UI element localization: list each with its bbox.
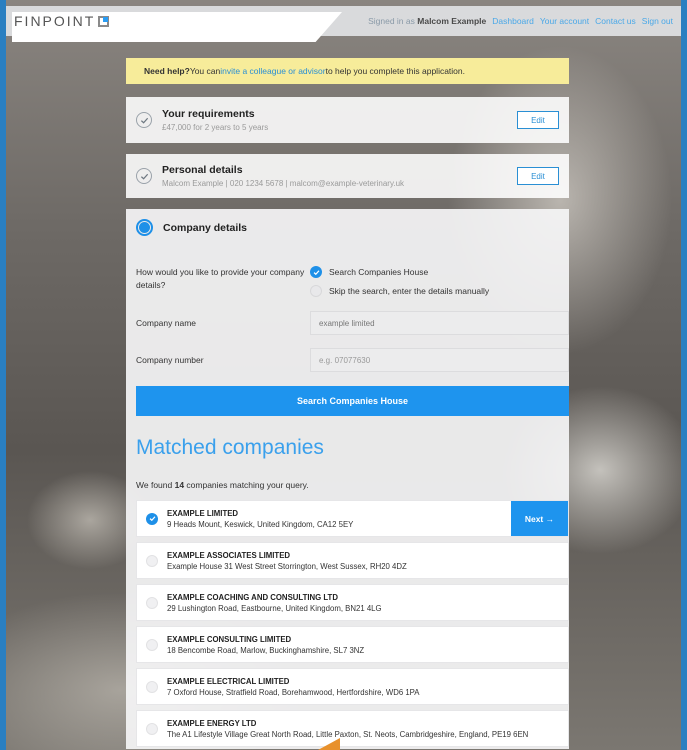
user-name: Malcom Example (417, 16, 487, 26)
matched-companies-list: EXAMPLE LIMITED 9 Heads Mount, Keswick, … (136, 500, 569, 747)
option-label: Search Companies House (329, 267, 429, 277)
radio-unchecked-icon (146, 638, 158, 651)
signed-in-text: Signed in as Malcom Example (368, 16, 487, 26)
company-name-label: Company name (136, 318, 197, 328)
invite-colleague-link[interactable]: invite a colleague or advisor (220, 66, 325, 76)
company-result[interactable]: EXAMPLE ENERGY LTD The A1 Lifestyle Vill… (136, 710, 569, 747)
help-post: to help you complete this application. (325, 66, 466, 76)
company-number-row: Company number e.g. 07077630 (136, 348, 569, 372)
option-label: Skip the search, enter the details manua… (329, 286, 490, 296)
company-result[interactable]: EXAMPLE ELECTRICAL LIMITED 7 Oxford Hous… (136, 668, 569, 705)
matched-companies-title: Matched companies (136, 436, 324, 459)
company-address: The A1 Lifestyle Village Great North Roa… (167, 729, 529, 739)
logo[interactable]: FINPOINT (14, 13, 110, 29)
company-result[interactable]: EXAMPLE LIMITED 9 Heads Mount, Keswick, … (136, 500, 569, 537)
company-number-label: Company number (136, 355, 204, 365)
company-name: EXAMPLE ENERGY LTD (167, 718, 257, 728)
company-name: EXAMPLE COACHING AND CONSULTING LTD (167, 592, 338, 602)
option-search-companies-house[interactable]: Search Companies House (310, 266, 489, 278)
company-number-input[interactable]: e.g. 07077630 (310, 348, 569, 372)
step-subtitle: £47,000 for 2 years to 5 years (162, 123, 269, 132)
top-nav: Signed in as Malcom Example Dashboard Yo… (368, 16, 673, 26)
radio-unchecked-icon (146, 680, 158, 693)
company-name: EXAMPLE LIMITED (167, 508, 239, 518)
company-address: 29 Lushington Road, Eastbourne, United K… (167, 603, 382, 613)
provide-options: Search Companies House Skip the search, … (310, 266, 489, 297)
radio-checked-icon (146, 512, 158, 525)
help-bold: Need help? (144, 66, 190, 76)
step-subtitle: Malcom Example | 020 1234 5678 | malcom@… (162, 179, 405, 188)
edit-requirements-button[interactable]: Edit (517, 111, 559, 129)
application-panel: Need help? You can invite a colleague or… (126, 58, 569, 749)
company-address: 9 Heads Mount, Keswick, United Kingdom, … (167, 519, 354, 529)
edit-personal-details-button[interactable]: Edit (517, 167, 559, 185)
active-step-icon (136, 219, 153, 236)
company-result[interactable]: EXAMPLE CONSULTING LIMITED 18 Bencombe R… (136, 626, 569, 663)
search-companies-house-button[interactable]: Search Companies House (136, 386, 569, 416)
results-count: 14 (174, 480, 185, 490)
top-header: FINPOINT Signed in as Malcom Example Das… (6, 6, 681, 42)
step-title: Personal details (162, 164, 243, 176)
company-name: EXAMPLE ELECTRICAL LIMITED (167, 676, 290, 686)
option-enter-manually[interactable]: Skip the search, enter the details manua… (310, 285, 489, 297)
radio-unchecked-icon (146, 554, 158, 567)
nav-sign-out-link[interactable]: Sign out (642, 16, 673, 26)
nav-contact-us-link[interactable]: Contact us (595, 16, 636, 26)
help-pre: You can (189, 66, 221, 76)
window-frame-right (681, 0, 687, 750)
step-title: Your requirements (162, 108, 255, 120)
company-address: 7 Oxford House, Stratfield Road, Boreham… (167, 687, 420, 697)
company-address: Example House 31 West Street Storrington… (167, 561, 407, 571)
company-name: EXAMPLE CONSULTING LIMITED (167, 634, 292, 644)
logo-text: FINPOINT (14, 13, 96, 29)
step-personal-details: Personal details Malcom Example | 020 12… (126, 154, 569, 198)
company-address: 18 Bencombe Road, Marlow, Buckinghamshir… (167, 645, 365, 655)
step-company-details: Company details How would you like to pr… (126, 209, 569, 749)
nav-dashboard-link[interactable]: Dashboard (492, 16, 534, 26)
company-details-header: Company details (136, 219, 569, 236)
radio-unchecked-icon (146, 596, 158, 609)
company-name-row: Company name example limited (136, 311, 569, 335)
step-your-requirements: Your requirements £47,000 for 2 years to… (126, 97, 569, 143)
check-circle-icon (136, 112, 152, 128)
provide-details-question: How would you like to provide your compa… (136, 266, 569, 297)
window-frame-left (0, 0, 6, 750)
next-button[interactable]: Next → (511, 501, 568, 536)
help-banner: Need help? You can invite a colleague or… (126, 58, 569, 84)
step-title: Company details (163, 221, 248, 234)
logo-mark-icon (98, 15, 110, 27)
radio-checked-icon (310, 266, 322, 278)
check-circle-icon (136, 168, 152, 184)
nav-your-account-link[interactable]: Your account (540, 16, 589, 26)
company-name-input[interactable]: example limited (310, 311, 569, 335)
results-count-text: We found 14 companies matching your quer… (136, 480, 309, 490)
radio-unchecked-icon (146, 722, 158, 735)
question-label: How would you like to provide your compa… (136, 267, 305, 290)
company-result[interactable]: EXAMPLE ASSOCIATES LIMITED Example House… (136, 542, 569, 579)
radio-unchecked-icon (310, 285, 322, 297)
company-name: EXAMPLE ASSOCIATES LIMITED (167, 550, 291, 560)
company-result[interactable]: EXAMPLE COACHING AND CONSULTING LTD 29 L… (136, 584, 569, 621)
